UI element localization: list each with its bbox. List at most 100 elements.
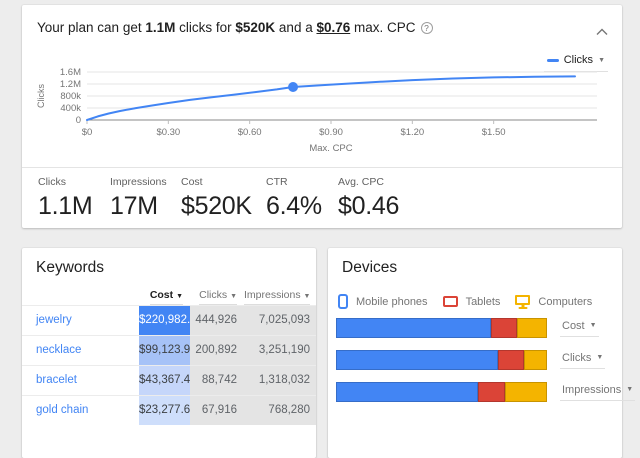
impressions-cell: 768,280 xyxy=(244,396,316,425)
cost-cell: $220,982.39 xyxy=(139,306,190,335)
devices-card: Devices Mobile phones Tablets Computers Co… xyxy=(328,248,622,458)
metric-label: Cost xyxy=(181,176,266,188)
x-tick-label: $0.60 xyxy=(238,127,262,138)
keywords-card: Keywords Cost ▼ Clicks ▼ Impressions ▼ jewe… xyxy=(22,248,316,458)
mobile-phone-icon xyxy=(338,294,348,309)
metric-value: $0.46 xyxy=(338,192,399,221)
impressions-cell: 3,251,190 xyxy=(244,336,316,365)
chevron-down-icon: ▼ xyxy=(590,322,597,329)
keyword-link[interactable]: bracelet xyxy=(36,374,77,386)
metric-cost: Cost $520K xyxy=(181,176,266,221)
devices-title: Devices xyxy=(342,259,622,277)
x-tick-label: $1.20 xyxy=(400,127,424,138)
bar-segment-computers xyxy=(505,382,547,402)
chevron-down-icon: ▼ xyxy=(176,293,183,300)
chevron-down-icon: ▼ xyxy=(596,354,603,361)
keyword-cell: necklace xyxy=(22,336,139,365)
chevron-down-icon: ▼ xyxy=(230,293,237,300)
bar-segment-mobile-phones xyxy=(336,382,478,402)
help-icon[interactable]: ? xyxy=(421,22,433,34)
card-divider xyxy=(22,167,622,168)
x-axis-title: Max. CPC xyxy=(309,143,352,154)
current-plan-point[interactable] xyxy=(288,82,298,92)
keywords-table-header: Cost ▼ Clicks ▼ Impressions ▼ xyxy=(22,283,316,305)
devices-bar-row-clicks: Clicks ▼ xyxy=(336,350,635,370)
forecast-line-chart[interactable]: 0400k800k1.2M1.6M$0$0.30$0.60$0.90$1.20$… xyxy=(22,58,622,158)
sort-dropdown-clicks[interactable]: Clicks ▼ xyxy=(199,289,237,305)
keywords-title: Keywords xyxy=(36,259,316,277)
cost-cell: $99,123.92 xyxy=(139,336,190,365)
bar-segment-tablets xyxy=(491,318,517,338)
devices-bar-row-cost: Cost ▼ xyxy=(336,318,635,338)
clicks-curve xyxy=(87,76,575,120)
legend-item-mobile-phones: Mobile phones xyxy=(338,294,428,309)
chevron-down-icon: ▼ xyxy=(304,293,311,300)
keyword-cell: jewelry xyxy=(22,306,139,335)
column-header-clicks: Clicks ▼ xyxy=(190,285,244,305)
table-row: necklace $99,123.92200,8923,251,190 xyxy=(22,335,316,365)
headline-cost-value: $520K xyxy=(235,20,275,35)
metric-dropdown-impressions[interactable]: Impressions ▼ xyxy=(560,384,635,401)
legend-item-computers: Computers xyxy=(515,295,592,309)
column-header-impressions: Impressions ▼ xyxy=(244,285,316,305)
clicks-cell: 200,892 xyxy=(190,336,244,365)
metric-value: $520K xyxy=(181,192,266,221)
keyword-link[interactable]: jewelry xyxy=(36,314,72,326)
forecast-metrics-row: Clicks 1.1MImpressions 17MCost $520KCTR 6.4%… xyxy=(38,176,399,221)
cost-cell: $23,277.64 xyxy=(139,396,190,425)
x-tick-label: $1.50 xyxy=(482,127,506,138)
table-row: bracelet$43,367.4188,7421,318,032 xyxy=(22,365,316,395)
bar-segment-mobile-phones xyxy=(336,318,491,338)
sort-dropdown-impressions[interactable]: Impressions ▼ xyxy=(244,289,310,305)
legend-label: Tablets xyxy=(466,296,501,308)
y-tick-label: 1.2M xyxy=(60,79,81,90)
devices-bar-row-impressions: Impressions ▼ xyxy=(336,382,635,402)
x-tick-label: $0 xyxy=(82,127,93,138)
chevron-down-icon: ▼ xyxy=(626,386,633,393)
table-row: jewelry$220,982.39444,9267,025,093 xyxy=(22,305,316,335)
metric-value: 6.4% xyxy=(266,192,338,221)
stacked-bar-cost xyxy=(336,318,547,338)
clicks-cell: 67,916 xyxy=(190,396,244,425)
y-axis-title: Clicks xyxy=(36,84,46,108)
collapse-panel-button[interactable] xyxy=(596,23,608,41)
metric-label: Impressions xyxy=(110,176,181,188)
y-tick-label: 400k xyxy=(60,103,81,114)
metric-ctr: CTR 6.4% xyxy=(266,176,338,221)
y-tick-label: 800k xyxy=(60,91,81,102)
y-tick-label: 1.6M xyxy=(60,67,81,78)
keywords-table: Cost ▼ Clicks ▼ Impressions ▼ jewelry $220,9… xyxy=(22,283,316,425)
x-tick-label: $0.90 xyxy=(319,127,343,138)
bar-segment-tablets xyxy=(498,350,524,370)
metric-impressions: Impressions 17M xyxy=(110,176,181,221)
stacked-bar-clicks xyxy=(336,350,547,370)
bar-segment-mobile-phones xyxy=(336,350,498,370)
sort-dropdown-cost[interactable]: Cost ▼ xyxy=(150,289,183,305)
column-header-cost: Cost ▼ xyxy=(139,285,190,305)
devices-bars: Cost ▼ Clicks ▼ Impressions ▼ xyxy=(336,318,635,414)
metric-dropdown-clicks[interactable]: Clicks ▼ xyxy=(560,352,605,369)
metric-avg-cpc: Avg. CPC $0.46 xyxy=(338,176,399,221)
cost-cell: $43,367.41 xyxy=(139,366,190,395)
metric-clicks: Clicks 1.1M xyxy=(38,176,110,221)
headline-cpc-value[interactable]: $0.76 xyxy=(316,20,350,35)
tablet-icon xyxy=(443,296,458,307)
y-tick-label: 0 xyxy=(76,115,81,126)
legend-label: Computers xyxy=(538,296,592,308)
metric-dropdown-cost[interactable]: Cost ▼ xyxy=(560,320,599,337)
table-row: gold chain $23,277.6467,916768,280 xyxy=(22,395,316,425)
metric-label: Avg. CPC xyxy=(338,176,399,188)
metric-label: CTR xyxy=(266,176,338,188)
metric-value: 17M xyxy=(110,192,181,221)
impressions-cell: 1,318,032 xyxy=(244,366,316,395)
legend-item-tablets: Tablets xyxy=(443,296,501,308)
bar-segment-computers xyxy=(524,350,547,370)
keyword-cell: bracelet xyxy=(22,366,139,395)
keyword-link[interactable]: necklace xyxy=(36,344,81,356)
metric-value: 1.1M xyxy=(38,192,110,221)
forecast-card: Your plan can get 1.1M clicks for $520K … xyxy=(22,5,622,228)
bar-segment-computers xyxy=(517,318,547,338)
keyword-link[interactable]: gold chain xyxy=(36,404,88,416)
metric-label: Clicks xyxy=(38,176,110,188)
chevron-up-icon xyxy=(596,28,608,36)
